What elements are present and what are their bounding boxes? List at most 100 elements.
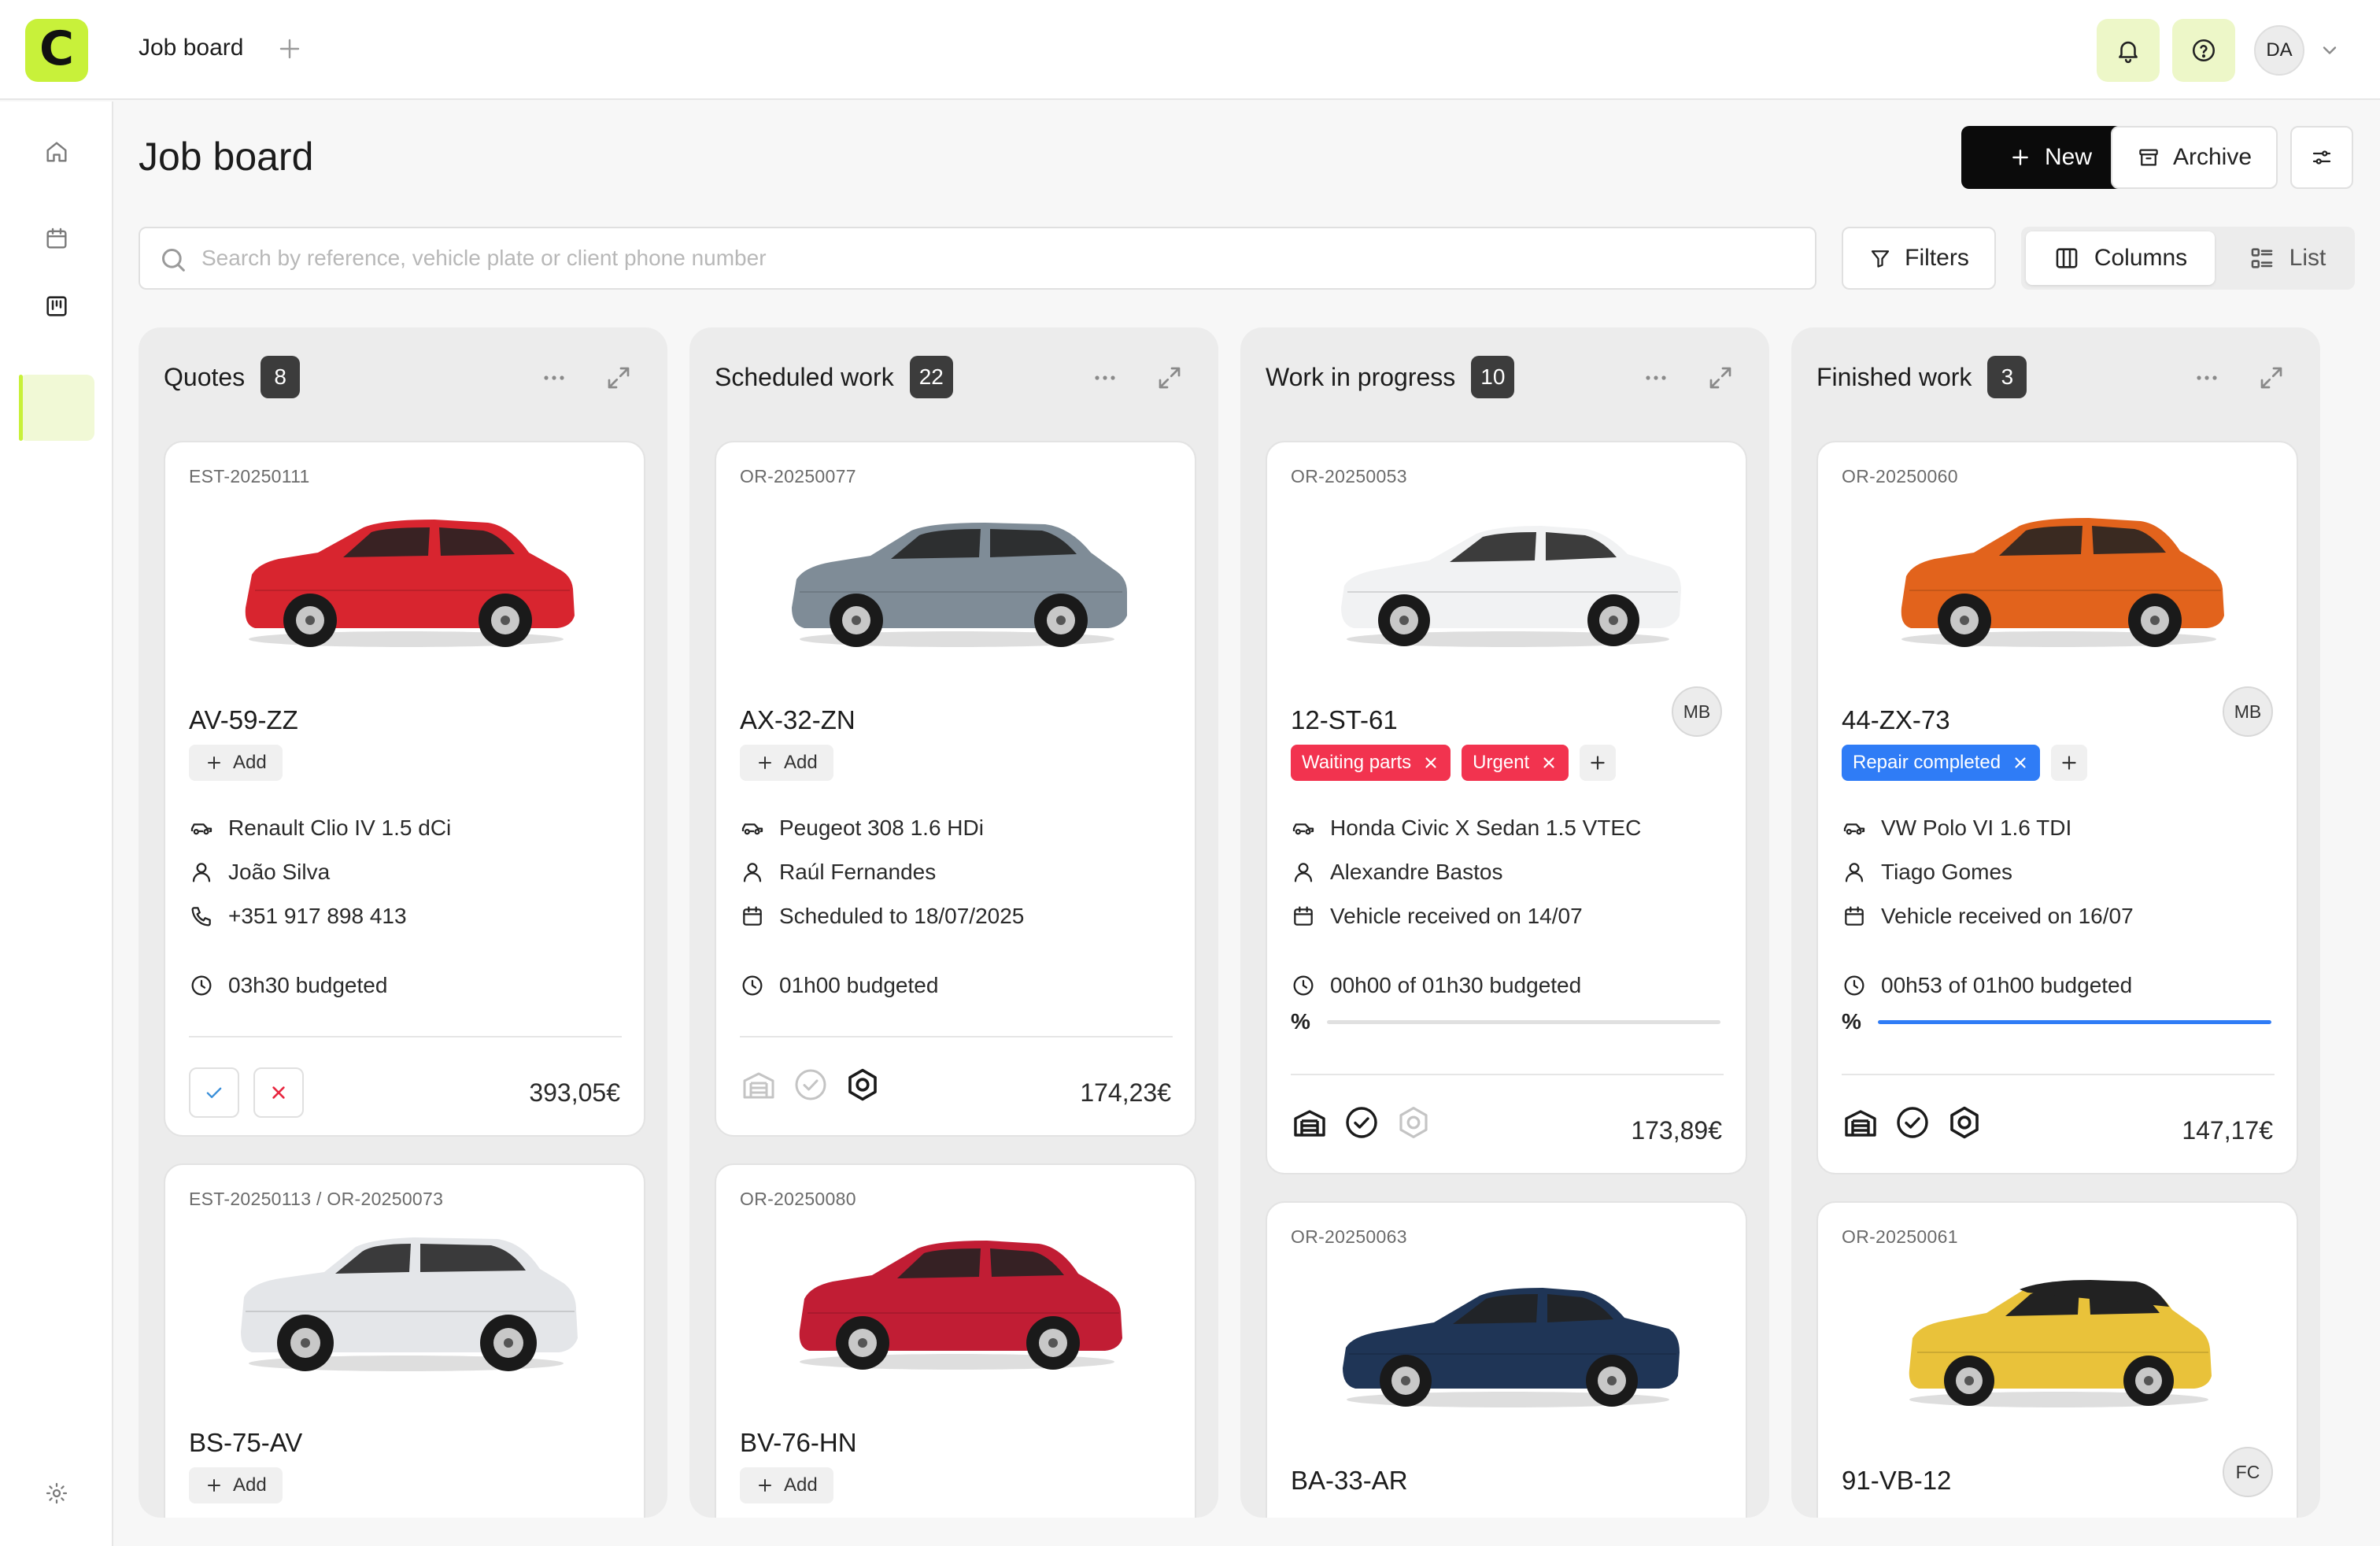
car-icon: [1843, 823, 1865, 835]
bell-icon: [2119, 41, 2138, 64]
column-title: Scheduled work: [715, 362, 894, 391]
client-name: Raúl Fernandes: [779, 860, 937, 884]
tag-label: Waiting parts: [1302, 752, 1412, 773]
more-options-icon[interactable]: [2191, 368, 2223, 387]
received-row: Vehicle received on 16/07: [1842, 904, 2134, 929]
filters-button[interactable]: Filters: [1842, 227, 1996, 290]
job-card[interactable]: OR-20250061 91-VB-12 FC: [1816, 1201, 2298, 1518]
close-icon[interactable]: [1422, 754, 1439, 771]
expand-icon[interactable]: [1706, 364, 1735, 392]
vehicle-model-row: Honda Civic X Sedan 1.5 VTEC: [1291, 816, 1641, 841]
notifications-button[interactable]: [2097, 19, 2160, 82]
user-avatar[interactable]: DA: [2254, 25, 2304, 76]
check-circle-icon[interactable]: [792, 1066, 830, 1104]
job-reference: OR-20250077: [740, 466, 856, 486]
plus-icon: [208, 1479, 220, 1492]
add-tag-label: Add: [233, 1474, 267, 1496]
list-view-button[interactable]: List: [2227, 231, 2347, 285]
column-title: Quotes: [164, 362, 246, 391]
sidebar-item-calendar[interactable]: [35, 216, 79, 261]
add-tag-button[interactable]: Add: [740, 1467, 833, 1503]
budget-row: 01h00 budgeted: [740, 973, 938, 998]
search-box: [139, 227, 1816, 290]
assignee-avatar[interactable]: MB: [2223, 686, 2273, 737]
column-scheduled-work: Scheduled work 22 OR-20250077 AX-32-ZN A…: [689, 327, 1218, 1518]
scheduled-date: Scheduled to 18/07/2025: [779, 904, 1025, 928]
archive-button[interactable]: Archive: [2111, 126, 2278, 189]
more-options-icon[interactable]: [1089, 368, 1121, 387]
nut-icon[interactable]: [1946, 1104, 1983, 1141]
expand-icon[interactable]: [2257, 364, 2286, 392]
client-name: Alexandre Bastos: [1330, 860, 1503, 884]
close-icon[interactable]: [2012, 754, 2029, 771]
job-price: 174,23€: [1080, 1078, 1171, 1107]
garage-icon[interactable]: [1842, 1104, 1879, 1141]
add-tag-label: Add: [233, 752, 267, 773]
client-row: Raúl Fernandes: [740, 860, 936, 885]
column-count-badge: 22: [909, 356, 953, 398]
clock-icon: [1293, 975, 1314, 996]
vehicle-image: [1901, 518, 2224, 647]
vehicle-image: [241, 1237, 578, 1371]
job-reference: OR-20250080: [740, 1189, 856, 1209]
nut-icon[interactable]: [1395, 1104, 1432, 1141]
job-reference: OR-20250053: [1291, 466, 1407, 486]
job-card[interactable]: OR-20250060 44-ZX-73 MB Repair completed…: [1816, 441, 2298, 1174]
check-circle-icon[interactable]: [1343, 1104, 1380, 1141]
tab-title[interactable]: Job board: [139, 35, 243, 61]
search-input[interactable]: [201, 228, 1799, 288]
chevron-down-icon[interactable]: [2319, 39, 2341, 61]
app-logo[interactable]: C: [25, 19, 88, 82]
plus-icon: [759, 1479, 771, 1492]
sidebar-item-settings[interactable]: [35, 1471, 79, 1515]
add-tag-button[interactable]: Add: [189, 745, 283, 781]
job-card[interactable]: EST-20250113 / OR-20250073 BS-75-AV Add: [164, 1163, 645, 1518]
vehicle-model: VW Polo VI 1.6 TDI: [1881, 816, 2072, 840]
user-icon: [1845, 863, 1864, 882]
vehicle-model-row: Peugeot 308 1.6 HDi: [740, 816, 984, 841]
check-circle-icon[interactable]: [1894, 1104, 1931, 1141]
columns-view-button[interactable]: Columns: [2026, 231, 2215, 285]
approve-quote-button[interactable]: [189, 1067, 239, 1118]
assignee-avatar[interactable]: MB: [1672, 686, 1722, 737]
sidebar-item-job-board[interactable]: [35, 284, 79, 328]
board-settings-button[interactable]: [2290, 126, 2353, 189]
sidebar-active-highlight: [19, 375, 94, 441]
add-tag-button[interactable]: Add: [740, 745, 833, 781]
column-count-badge: 3: [1987, 356, 2027, 398]
sidebar-item-home[interactable]: [35, 130, 79, 174]
archive-button-label: Archive: [2172, 144, 2252, 170]
received-date: Vehicle received on 14/07: [1330, 904, 1583, 928]
budget-row: 03h30 budgeted: [189, 973, 387, 998]
add-tag-button[interactable]: [2051, 745, 2088, 781]
garage-icon[interactable]: [1291, 1104, 1329, 1141]
close-icon[interactable]: [1540, 754, 1558, 771]
more-options-icon[interactable]: [538, 368, 570, 387]
calendar-icon: [1294, 906, 1313, 926]
expand-icon[interactable]: [1155, 364, 1184, 392]
client-phone[interactable]: +351 917 898 413: [228, 904, 407, 929]
job-card[interactable]: OR-20250063 BA-33-AR: [1266, 1201, 1747, 1518]
plus-icon: [1591, 756, 1605, 770]
reject-quote-button[interactable]: [253, 1067, 304, 1118]
expand-icon[interactable]: [604, 364, 633, 392]
progress-fill: [1878, 1019, 2271, 1024]
add-tag-button[interactable]: Add: [189, 1467, 283, 1503]
card-divider: [1291, 1074, 1724, 1075]
nut-icon[interactable]: [844, 1066, 881, 1104]
add-tag-label: Add: [784, 752, 818, 773]
received-date: Vehicle received on 16/07: [1881, 904, 2134, 928]
more-options-icon[interactable]: [1640, 368, 1672, 387]
add-tag-button[interactable]: [1580, 745, 1617, 781]
garage-icon[interactable]: [740, 1066, 778, 1104]
help-button[interactable]: [2172, 19, 2235, 82]
job-card[interactable]: OR-20250077 AX-32-ZN Add Peugeot 308 1.6…: [715, 441, 1196, 1137]
budget-time: 03h30 budgeted: [228, 973, 388, 997]
add-tab-icon[interactable]: [277, 36, 302, 61]
job-card[interactable]: OR-20250080 BV-76-HN Add: [715, 1163, 1196, 1518]
job-card[interactable]: OR-20250053 12-ST-61 MB Waiting parts Ur…: [1266, 441, 1747, 1174]
tag-urgent: Urgent: [1462, 745, 1569, 781]
job-card[interactable]: EST-20250111 AV-59-ZZ Add Renault Clio I…: [164, 441, 645, 1137]
assignee-avatar[interactable]: FC: [2223, 1447, 2273, 1497]
budget-time: 00h53 of 01h00 budgeted: [1881, 973, 2133, 997]
